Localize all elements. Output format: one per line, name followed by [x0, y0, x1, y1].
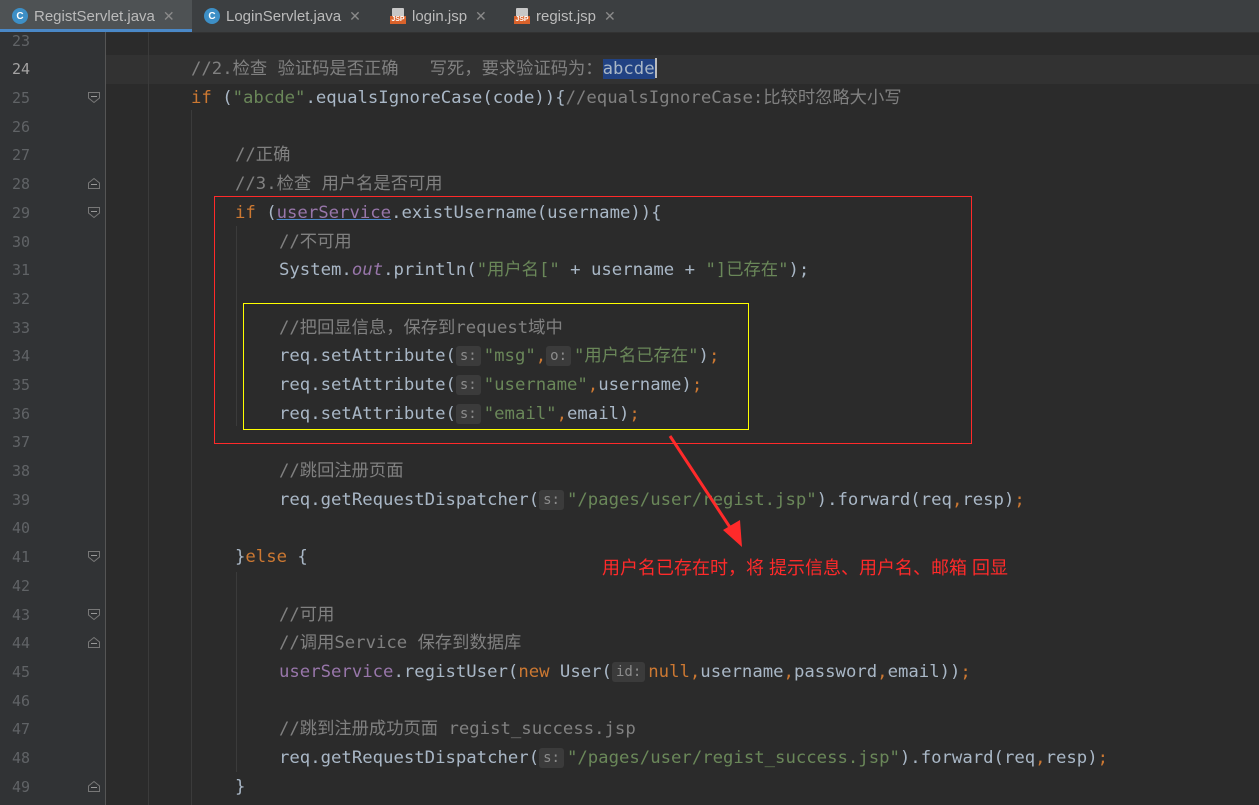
- arrow-icon: [668, 435, 742, 547]
- annotation-text: 用户名已存在时，将 提示信息、用户名、邮箱 回显: [602, 558, 1008, 578]
